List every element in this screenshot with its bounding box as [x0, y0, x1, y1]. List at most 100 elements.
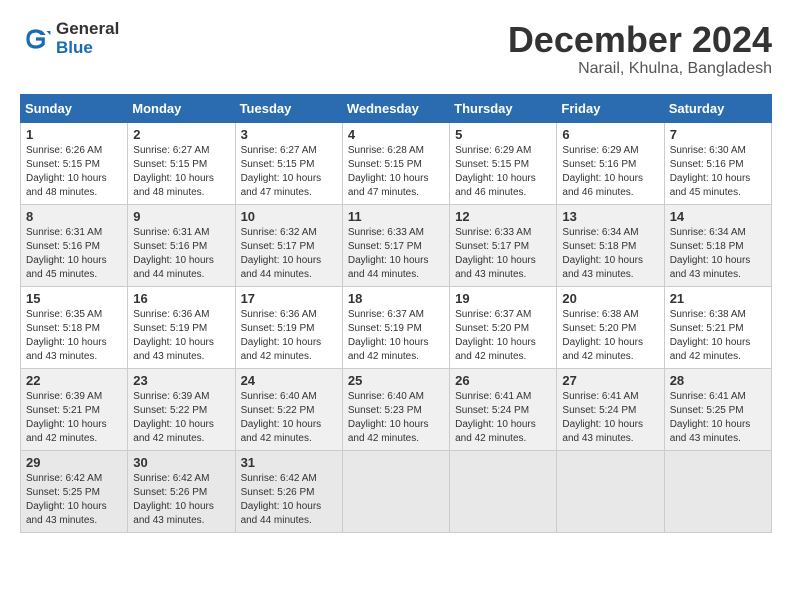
day-info: Sunrise: 6:26 AMSunset: 5:15 PMDaylight:…: [26, 144, 122, 200]
day-number: 18: [348, 291, 444, 306]
day-number: 5: [455, 127, 551, 142]
day-info: Sunrise: 6:32 AMSunset: 5:17 PMDaylight:…: [241, 226, 337, 282]
page-container: General Blue December 2024 Narail, Khuln…: [20, 20, 772, 533]
day-number: 28: [670, 373, 766, 388]
day-number: 27: [562, 373, 658, 388]
calendar-day-cell: 15 Sunrise: 6:35 AMSunset: 5:18 PMDayligh…: [21, 286, 128, 368]
calendar-header-row: SundayMondayTuesdayWednesdayThursdayFrid…: [21, 94, 772, 122]
day-number: 14: [670, 209, 766, 224]
day-info: Sunrise: 6:29 AMSunset: 5:15 PMDaylight:…: [455, 144, 551, 200]
day-number: 17: [241, 291, 337, 306]
calendar-empty-cell: [450, 450, 557, 532]
weekday-header-monday: Monday: [128, 94, 235, 122]
calendar-week-row: 29Sunrise: 6:42 AMSunset: 5:25 PMDayligh…: [21, 450, 772, 532]
day-number: 2: [133, 127, 229, 142]
calendar-day-cell: 20 Sunrise: 6:38 AMSunset: 5:20 PMDayligh…: [557, 286, 664, 368]
day-number: 15: [26, 291, 122, 306]
day-info: Sunrise: 6:36 AMSunset: 5:19 PMDaylight:…: [241, 308, 337, 364]
calendar-day-cell: 17 Sunrise: 6:36 AMSunset: 5:19 PMDayligh…: [235, 286, 342, 368]
calendar-day-cell: 21Sunrise: 6:38 AMSunset: 5:21 PMDayligh…: [664, 286, 771, 368]
weekday-header-friday: Friday: [557, 94, 664, 122]
month-title: December 2024: [508, 20, 772, 60]
calendar-week-row: 22Sunrise: 6:39 AMSunset: 5:21 PMDayligh…: [21, 368, 772, 450]
day-number: 22: [26, 373, 122, 388]
day-info: Sunrise: 6:33 AMSunset: 5:17 PMDaylight:…: [455, 226, 551, 282]
logo-icon: [20, 23, 52, 55]
day-info: Sunrise: 6:34 AMSunset: 5:18 PMDaylight:…: [562, 226, 658, 282]
calendar-day-cell: 1Sunrise: 6:26 AMSunset: 5:15 PMDaylight…: [21, 122, 128, 204]
day-info: Sunrise: 6:38 AMSunset: 5:20 PMDaylight:…: [562, 308, 658, 364]
location: Narail, Khulna, Bangladesh: [508, 60, 772, 78]
calendar-day-cell: 31 Sunrise: 6:42 AMSunset: 5:26 PMDayligh…: [235, 450, 342, 532]
day-number: 31: [241, 455, 337, 470]
calendar-day-cell: 6Sunrise: 6:29 AMSunset: 5:16 PMDaylight…: [557, 122, 664, 204]
day-number: 30: [133, 455, 229, 470]
calendar-empty-cell: [664, 450, 771, 532]
day-number: 13: [562, 209, 658, 224]
day-info: Sunrise: 6:33 AMSunset: 5:17 PMDaylight:…: [348, 226, 444, 282]
calendar-day-cell: 3Sunrise: 6:27 AMSunset: 5:15 PMDaylight…: [235, 122, 342, 204]
calendar-day-cell: 12Sunrise: 6:33 AMSunset: 5:17 PMDayligh…: [450, 204, 557, 286]
calendar-day-cell: 29Sunrise: 6:42 AMSunset: 5:25 PMDayligh…: [21, 450, 128, 532]
calendar-day-cell: 7 Sunrise: 6:30 AMSunset: 5:16 PMDaylight…: [664, 122, 771, 204]
title-block: December 2024 Narail, Khulna, Bangladesh: [508, 20, 772, 78]
calendar-table: SundayMondayTuesdayWednesdayThursdayFrid…: [20, 94, 772, 533]
day-number: 8: [26, 209, 122, 224]
calendar-week-row: 8 Sunrise: 6:31 AMSunset: 5:16 PMDaylight…: [21, 204, 772, 286]
weekday-header-tuesday: Tuesday: [235, 94, 342, 122]
day-info: Sunrise: 6:37 AMSunset: 5:20 PMDaylight:…: [455, 308, 551, 364]
logo-text: General Blue: [56, 20, 119, 57]
day-info: Sunrise: 6:34 AMSunset: 5:18 PMDaylight:…: [670, 226, 766, 282]
calendar-empty-cell: [342, 450, 449, 532]
day-info: Sunrise: 6:42 AMSunset: 5:26 PMDaylight:…: [241, 472, 337, 528]
day-info: Sunrise: 6:28 AMSunset: 5:15 PMDaylight:…: [348, 144, 444, 200]
calendar-day-cell: 30 Sunrise: 6:42 AMSunset: 5:26 PMDayligh…: [128, 450, 235, 532]
day-info: Sunrise: 6:41 AMSunset: 5:24 PMDaylight:…: [455, 390, 551, 446]
day-info: Sunrise: 6:40 AMSunset: 5:22 PMDaylight:…: [241, 390, 337, 446]
calendar-day-cell: 13 Sunrise: 6:34 AMSunset: 5:18 PMDayligh…: [557, 204, 664, 286]
day-number: 20: [562, 291, 658, 306]
calendar-day-cell: 5 Sunrise: 6:29 AMSunset: 5:15 PMDaylight…: [450, 122, 557, 204]
day-info: Sunrise: 6:30 AMSunset: 5:16 PMDaylight:…: [670, 144, 766, 200]
calendar-day-cell: 26 Sunrise: 6:41 AMSunset: 5:24 PMDayligh…: [450, 368, 557, 450]
header: General Blue December 2024 Narail, Khuln…: [20, 20, 772, 78]
calendar-week-row: 15 Sunrise: 6:35 AMSunset: 5:18 PMDayligh…: [21, 286, 772, 368]
day-number: 23: [133, 373, 229, 388]
day-info: Sunrise: 6:42 AMSunset: 5:25 PMDaylight:…: [26, 472, 122, 528]
day-info: Sunrise: 6:27 AMSunset: 5:15 PMDaylight:…: [133, 144, 229, 200]
day-number: 9: [133, 209, 229, 224]
calendar-day-cell: 16Sunrise: 6:36 AMSunset: 5:19 PMDayligh…: [128, 286, 235, 368]
logo: General Blue: [20, 20, 119, 57]
calendar-day-cell: 2 Sunrise: 6:27 AMSunset: 5:15 PMDaylight…: [128, 122, 235, 204]
day-info: Sunrise: 6:35 AMSunset: 5:18 PMDaylight:…: [26, 308, 122, 364]
day-number: 3: [241, 127, 337, 142]
weekday-header-sunday: Sunday: [21, 94, 128, 122]
day-number: 25: [348, 373, 444, 388]
calendar-day-cell: 9 Sunrise: 6:31 AMSunset: 5:16 PMDaylight…: [128, 204, 235, 286]
calendar-day-cell: 8Sunrise: 6:31 AMSunset: 5:16 PMDaylight…: [21, 204, 128, 286]
day-number: 21: [670, 291, 766, 306]
calendar-empty-cell: [557, 450, 664, 532]
calendar-day-cell: 10 Sunrise: 6:32 AMSunset: 5:17 PMDayligh…: [235, 204, 342, 286]
logo-blue: Blue: [56, 39, 119, 58]
day-number: 7: [670, 127, 766, 142]
day-number: 24: [241, 373, 337, 388]
day-number: 26: [455, 373, 551, 388]
logo-general: General: [56, 20, 119, 39]
weekday-header-wednesday: Wednesday: [342, 94, 449, 122]
day-info: Sunrise: 6:41 AMSunset: 5:24 PMDaylight:…: [562, 390, 658, 446]
day-info: Sunrise: 6:42 AMSunset: 5:26 PMDaylight:…: [133, 472, 229, 528]
day-number: 6: [562, 127, 658, 142]
day-number: 4: [348, 127, 444, 142]
calendar-week-row: 1Sunrise: 6:26 AMSunset: 5:15 PMDaylight…: [21, 122, 772, 204]
weekday-header-saturday: Saturday: [664, 94, 771, 122]
weekday-header-thursday: Thursday: [450, 94, 557, 122]
calendar-day-cell: 14 Sunrise: 6:34 AMSunset: 5:18 PMDayligh…: [664, 204, 771, 286]
calendar-day-cell: 27 Sunrise: 6:41 AMSunset: 5:24 PMDayligh…: [557, 368, 664, 450]
calendar-day-cell: 11Sunrise: 6:33 AMSunset: 5:17 PMDayligh…: [342, 204, 449, 286]
day-number: 19: [455, 291, 551, 306]
day-info: Sunrise: 6:31 AMSunset: 5:16 PMDaylight:…: [133, 226, 229, 282]
day-info: Sunrise: 6:37 AMSunset: 5:19 PMDaylight:…: [348, 308, 444, 364]
day-number: 10: [241, 209, 337, 224]
calendar-day-cell: 22Sunrise: 6:39 AMSunset: 5:21 PMDayligh…: [21, 368, 128, 450]
